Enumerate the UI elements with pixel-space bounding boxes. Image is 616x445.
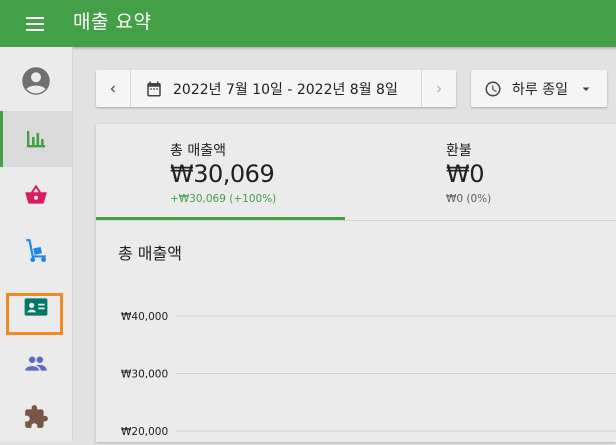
previous-period-button[interactable] (96, 70, 131, 107)
sidebar-item-reports[interactable] (0, 111, 72, 167)
chevron-right-icon (437, 85, 442, 92)
tab-delta: ₩0 (0%) (446, 193, 492, 205)
y-tick-label: ₩20,000 (121, 426, 168, 438)
sidebar-item-delivery[interactable] (0, 223, 72, 279)
sidebar-item-customers[interactable] (0, 335, 72, 391)
tab-value: ₩30,069 (170, 160, 275, 188)
date-range-button[interactable]: 2022년 7월 10일 - 2022년 8월 8일 (131, 70, 421, 107)
date-range-selector: 2022년 7월 10일 - 2022년 8월 8일 (96, 70, 456, 107)
tab-delta: +₩30,069 (+100%) (170, 193, 277, 205)
chevron-left-icon (110, 85, 115, 92)
app-bar: 매출 요약 (0, 0, 616, 47)
selection-highlight (6, 293, 63, 335)
sidebar (0, 47, 73, 442)
account-circle-icon (22, 67, 50, 95)
bar-chart-icon (27, 131, 45, 148)
tab-value: ₩0 (446, 160, 485, 188)
people-icon (25, 356, 47, 371)
sidebar-item-shop[interactable] (0, 167, 72, 223)
tab-refunds[interactable]: 환불 ₩0 ₩0 (0%) (345, 124, 616, 220)
time-range-label: 하루 종일 (512, 81, 568, 98)
time-range-select[interactable]: 하루 종일 (471, 70, 607, 107)
y-tick-label: ₩40,000 (121, 311, 168, 323)
clock-icon (485, 81, 501, 96)
basket-icon (25, 184, 47, 204)
divider (96, 220, 616, 221)
calendar-icon (147, 81, 161, 96)
sidebar-item-extensions[interactable] (0, 389, 72, 445)
hamburger-menu-icon[interactable] (22, 12, 50, 36)
page-title: 매출 요약 (73, 11, 152, 33)
sales-chart: ₩40,000 ₩30,000 ₩20,000 (121, 311, 616, 438)
next-period-button[interactable] (421, 70, 456, 107)
chart-title: 총 매출액 (118, 244, 182, 263)
hand-truck-icon (26, 239, 46, 263)
dropdown-arrow-icon (582, 87, 590, 91)
date-range-label: 2022년 7월 10일 - 2022년 8월 8일 (173, 81, 398, 98)
sidebar-item-account[interactable] (0, 53, 72, 109)
puzzle-icon (25, 405, 48, 428)
sales-summary-card: 총 매출액 ₩30,069 +₩30,069 (+100%) 환불 ₩0 ₩0 … (96, 124, 616, 442)
y-tick-label: ₩30,000 (121, 369, 168, 381)
tab-total-sales[interactable]: 총 매출액 ₩30,069 +₩30,069 (+100%) (96, 124, 345, 220)
tab-label: 총 매출액 (170, 143, 226, 159)
tab-label: 환불 (446, 143, 472, 159)
